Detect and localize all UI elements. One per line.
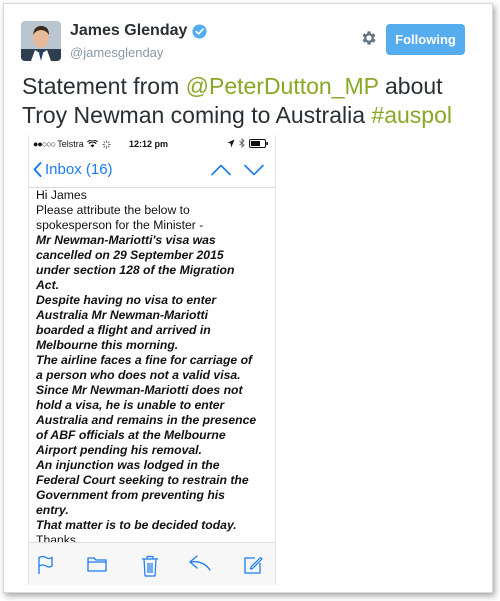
email-line: The airline faces a fine for carriage of <box>36 353 253 367</box>
email-line: Despite having no visa to enter <box>36 293 217 307</box>
mail-toolbar <box>29 542 275 585</box>
tweet-card: James Glenday @jamesglenday Following St… <box>3 3 493 593</box>
avatar[interactable] <box>21 21 61 61</box>
email-body: Hi James Please attribute the below to spo… <box>36 188 272 548</box>
email-line: Australia Mr Newman-Mariotti <box>36 308 209 322</box>
author-handle[interactable]: @jamesglenday <box>70 45 163 60</box>
email-line: entry. <box>36 503 69 517</box>
email-line: An injunction was lodged in the <box>36 458 220 472</box>
flag-icon[interactable] <box>37 555 53 575</box>
email-line: spokesperson for the Minister - <box>36 218 204 232</box>
location-arrow-icon <box>227 139 235 147</box>
reply-icon[interactable] <box>189 555 211 571</box>
email-line: Mr Newman-Mariotti's visa was <box>36 233 216 247</box>
verified-badge-icon <box>192 23 207 39</box>
email-line: Australia and remains in the presence <box>36 413 257 427</box>
clock-time: 12:12 pm <box>129 139 169 149</box>
carrier-group: ●●○○○ Telstra <box>33 139 111 149</box>
email-line: under section 128 of the Migration <box>36 263 235 277</box>
tweet-text-part: Statement from <box>22 73 186 99</box>
author-name[interactable]: James Glenday <box>70 22 187 40</box>
hashtag-link[interactable]: #auspol <box>371 102 452 128</box>
following-button[interactable]: Following <box>386 24 465 55</box>
author-name-row: James Glenday <box>70 22 207 40</box>
back-chevron-icon[interactable] <box>33 162 42 177</box>
email-line: of ABF officials at the Melbourne <box>36 428 226 442</box>
signal-strength-icon: ●●○○○ <box>33 139 56 149</box>
email-line: Please attribute the below to <box>36 203 190 217</box>
carrier-name: Telstra <box>57 139 84 149</box>
email-line: Federal Court seeking to restrain the <box>36 473 249 487</box>
previous-message-icon[interactable] <box>211 164 231 176</box>
email-screenshot[interactable]: ●●○○○ Telstra 12:12 pm Inbox (16) Hi Jam… <box>28 135 276 585</box>
email-line: boarded a flight and arrived in <box>36 323 211 337</box>
tweet-text: Statement from @PeterDutton_MP about Tro… <box>22 72 487 130</box>
bluetooth-icon <box>239 138 245 148</box>
battery-icon <box>249 138 268 148</box>
folder-icon[interactable] <box>87 555 107 573</box>
email-line: Airport pending his removal. <box>36 443 202 457</box>
email-line: Since Mr Newman-Mariotti does not <box>36 383 243 397</box>
trash-icon[interactable] <box>141 555 159 577</box>
email-line: Melbourne this morning. <box>36 338 179 352</box>
email-line: Hi James <box>36 188 87 202</box>
status-icons <box>227 138 269 148</box>
mention-link[interactable]: @PeterDutton_MP <box>186 73 379 99</box>
email-line: That matter is to be decided today. <box>36 518 237 532</box>
email-line: cancelled on 29 September 2015 <box>36 248 224 262</box>
mail-nav-bar: Inbox (16) <box>29 153 275 188</box>
gear-icon[interactable] <box>360 29 378 47</box>
wifi-icon <box>86 140 98 148</box>
email-line: Government from preventing his <box>36 488 225 502</box>
inbox-back-button[interactable]: Inbox (16) <box>45 161 113 178</box>
activity-spinner-icon <box>102 139 111 149</box>
email-line: a person who does not a valid visa. <box>36 368 241 382</box>
compose-icon[interactable] <box>243 555 263 575</box>
avatar-image <box>21 21 61 61</box>
email-line: hold a visa, he is unable to enter <box>36 398 225 412</box>
status-bar: ●●○○○ Telstra 12:12 pm <box>29 135 275 153</box>
next-message-icon[interactable] <box>244 164 264 176</box>
email-line: Act. <box>36 278 60 292</box>
